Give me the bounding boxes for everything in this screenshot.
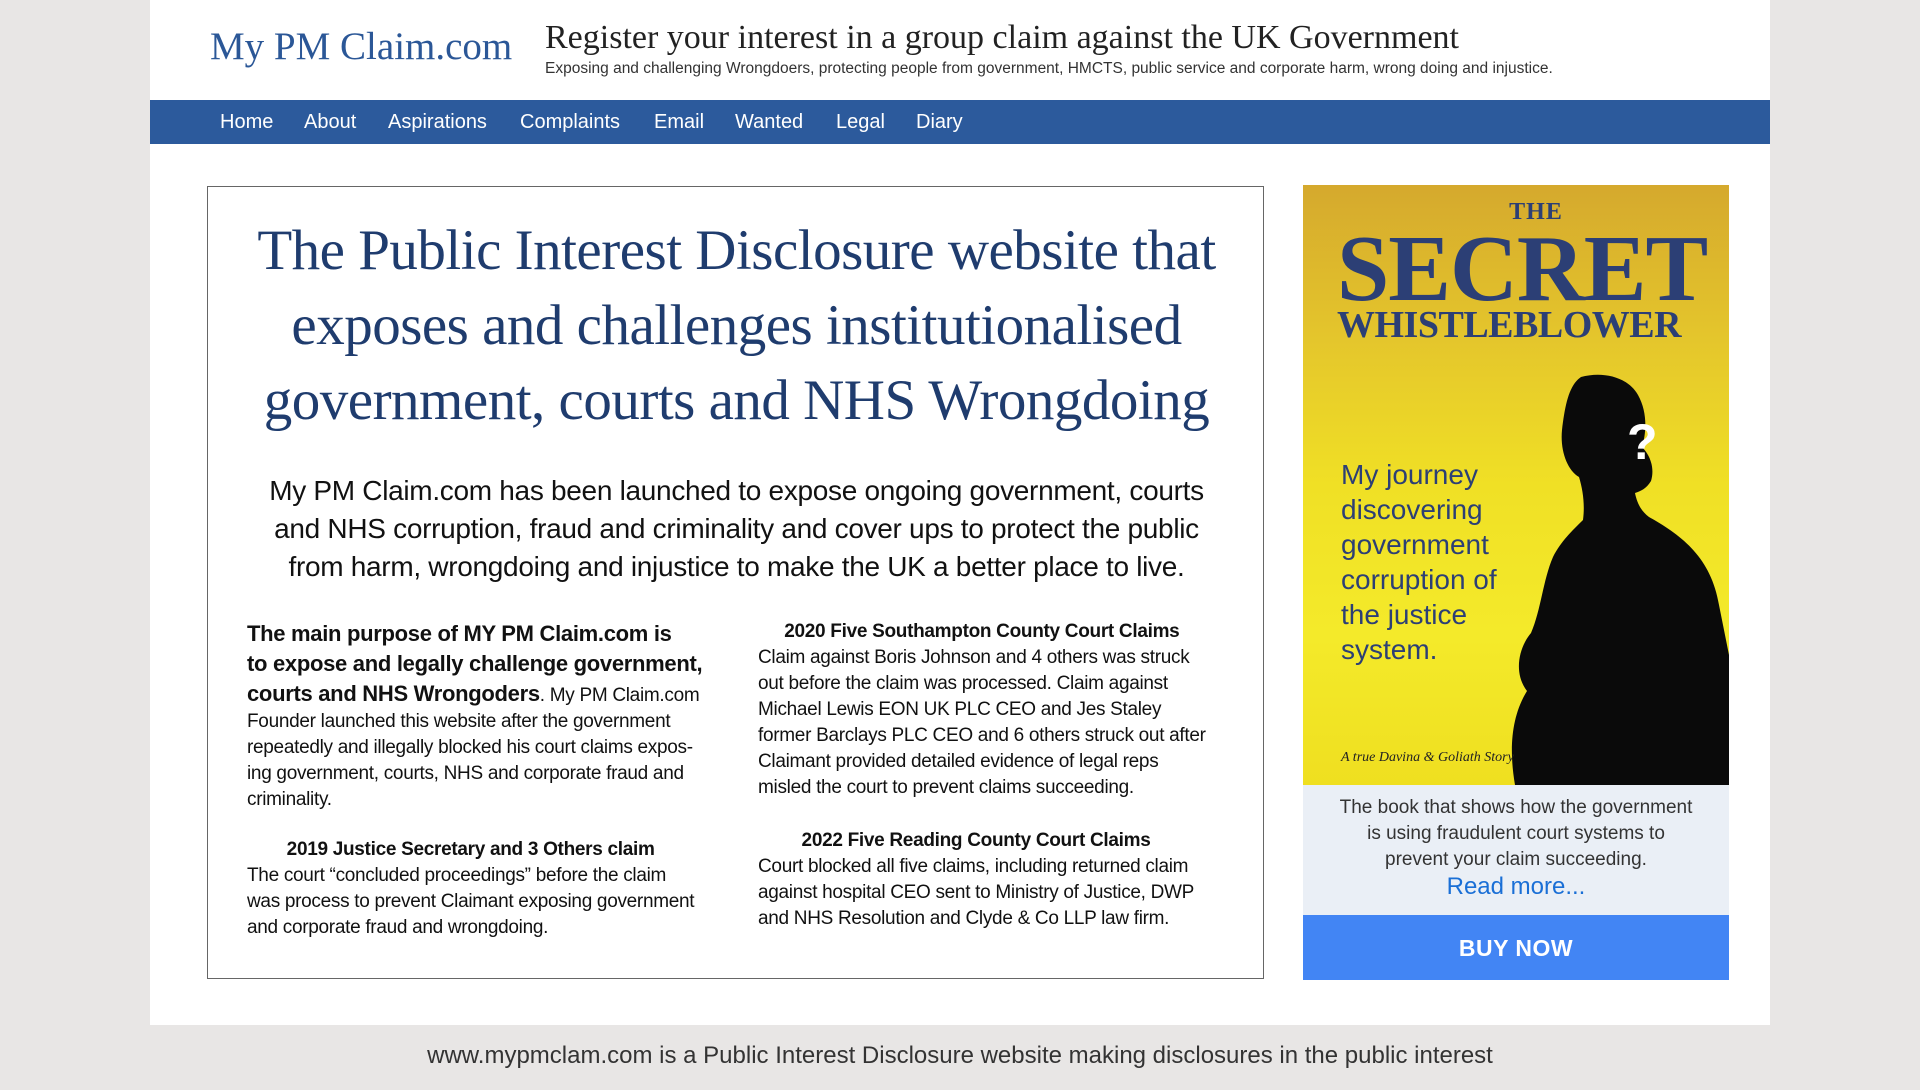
nav-about[interactable]: About xyxy=(304,100,356,144)
claim-2020-line: misled the court to prevent claims succe… xyxy=(758,777,1134,798)
caption-line: The book that shows how the government xyxy=(1339,797,1693,818)
purpose-lead-row: courts and NHS Wrongoders. My PM Claim.c… xyxy=(247,679,702,709)
nav-aspirations[interactable]: Aspirations xyxy=(388,100,487,144)
main-navigation: Home About Aspirations Complaints Email … xyxy=(150,100,1770,144)
page-headline: The Public Interest Disclosure website t… xyxy=(208,213,1265,438)
intro-line: from harm, wrongdoing and injustice to m… xyxy=(288,551,1185,582)
cover-journey-text: My journey discovering government corrup… xyxy=(1341,457,1497,667)
claim-2022-line: and NHS Resolution and Clyde & Co LLP la… xyxy=(758,908,1170,929)
nav-legal[interactable]: Legal xyxy=(836,100,885,144)
headline-line: exposes and challenges institutionalised xyxy=(291,294,1182,357)
cover-story-text: A true Davina & Goliath Story xyxy=(1341,750,1514,765)
cover-journey-line: My journey xyxy=(1341,459,1478,490)
claim-2022-heading: 2022 Five Reading County Court Claims xyxy=(801,830,1151,851)
footer-text: www.mypmclam.com is a Public Interest Di… xyxy=(427,1042,1493,1069)
site-logo[interactable]: My PM Claim.com xyxy=(210,24,512,69)
main-content-box: The Public Interest Disclosure website t… xyxy=(207,186,1264,979)
cover-journey-line: the justice xyxy=(1341,599,1468,630)
cover-journey-line: corruption of xyxy=(1341,564,1497,595)
book-caption-panel: The book that shows how the government i… xyxy=(1303,785,1729,915)
nav-email[interactable]: Email xyxy=(654,100,704,144)
claim-2020-line: Claim against Boris Johnson and 4 others… xyxy=(758,647,1190,668)
purpose-lead-line: The main purpose of MY PM Claim.com is xyxy=(247,621,672,646)
intro-line: and NHS corruption, fraud and criminalit… xyxy=(274,513,1199,544)
claim-2019-line: and corporate fraud and wrongdoing. xyxy=(247,917,549,938)
cover-journey-line: government xyxy=(1341,529,1489,560)
purpose-body-line: criminality. xyxy=(247,789,332,810)
cover-whistleblower-text: WHISTLEBLOWER xyxy=(1337,304,1682,346)
claim-2022-line: Court blocked all five claims, including… xyxy=(758,856,1189,877)
claim-2022-line: against hospital CEO sent to Ministry of… xyxy=(758,882,1195,903)
book-caption-text: The book that shows how the government i… xyxy=(1303,795,1729,873)
nav-diary[interactable]: Diary xyxy=(916,100,963,144)
intro-line: My PM Claim.com has been launched to exp… xyxy=(269,475,1204,506)
claim-2019-line: The court “concluded proceedings” before… xyxy=(247,865,667,886)
claim-2019-section: 2019 Justice Secretary and 3 Others clai… xyxy=(247,837,695,941)
purpose-lead-tail: . My PM Claim.com xyxy=(539,685,700,706)
site-tagline: Exposing and challenging Wrongdoers, pro… xyxy=(545,60,1553,77)
book-cover-image[interactable]: THE SECRET WHISTLEBLOWER My journey disc… xyxy=(1303,185,1729,785)
claim-2020-heading: 2020 Five Southampton County Court Claim… xyxy=(784,621,1180,642)
claim-2022-section: 2022 Five Reading County Court Claims Co… xyxy=(758,828,1194,932)
nav-wanted[interactable]: Wanted xyxy=(735,100,803,144)
site-title: Register your interest in a group claim … xyxy=(545,19,1459,56)
buy-now-button[interactable]: BUY NOW xyxy=(1303,915,1729,980)
claim-2019-heading: 2019 Justice Secretary and 3 Others clai… xyxy=(286,839,655,860)
question-mark-icon: ? xyxy=(1627,414,1658,470)
purpose-body-line: Founder launched this website after the … xyxy=(247,711,671,732)
purpose-lead-line: courts and NHS Wrongoders xyxy=(247,681,540,706)
claim-2019-line: was process to prevent Claimant exposing… xyxy=(247,891,695,912)
read-more-link[interactable]: Read more... xyxy=(1303,873,1729,901)
headline-line: The Public Interest Disclosure website t… xyxy=(257,219,1216,282)
headline-line: government, courts and NHS Wrongdoing xyxy=(263,369,1210,432)
cover-journey-line: system. xyxy=(1341,634,1438,665)
purpose-body-line: repeatedly and illegally blocked his cou… xyxy=(247,737,693,758)
nav-complaints[interactable]: Complaints xyxy=(520,100,620,144)
nav-home[interactable]: Home xyxy=(220,100,273,144)
claim-2020-line: Claimant provided detailed evidence of l… xyxy=(758,751,1159,772)
page-container: My PM Claim.com Register your interest i… xyxy=(150,0,1770,1025)
intro-paragraph: My PM Claim.com has been launched to exp… xyxy=(208,472,1265,586)
claim-2020-line: former Barclays PLC CEO and 6 others str… xyxy=(758,725,1206,746)
claim-2020-line: Michael Lewis EON UK PLC CEO and Jes Sta… xyxy=(758,699,1162,720)
claim-2020-section: 2020 Five Southampton County Court Claim… xyxy=(758,619,1206,801)
purpose-section: The main purpose of MY PM Claim.com is t… xyxy=(247,619,703,813)
purpose-body-line: ing government, courts, NHS and corporat… xyxy=(247,763,684,784)
caption-line: prevent your claim succeeding. xyxy=(1385,849,1647,870)
caption-line: is using fraudulent court systems to xyxy=(1367,823,1665,844)
cover-journey-line: discovering xyxy=(1341,494,1483,525)
claim-2020-line: out before the claim was processed. Clai… xyxy=(758,673,1168,694)
purpose-lead-line: to expose and legally challenge governme… xyxy=(247,651,703,676)
